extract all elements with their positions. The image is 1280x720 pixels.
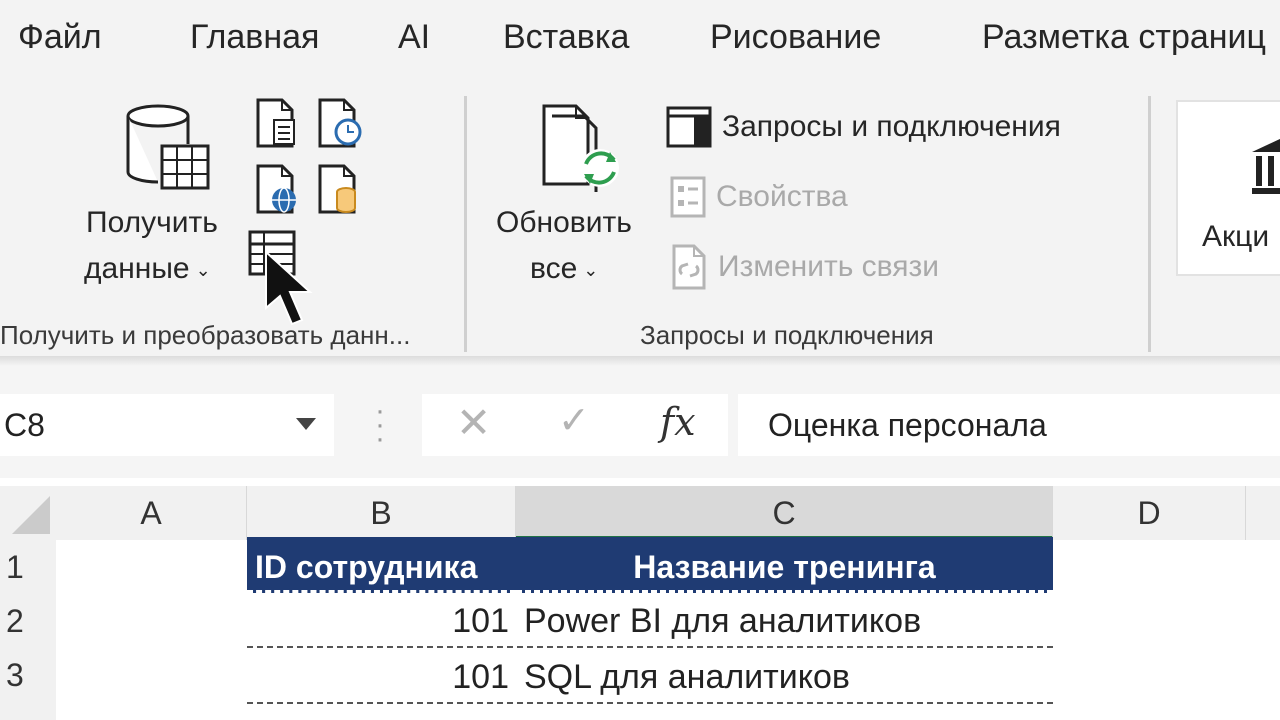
row-header-3[interactable]: 3 <box>0 648 56 702</box>
refresh-all-label-1: Обновить <box>496 206 632 239</box>
column-header-e[interactable] <box>1246 486 1280 540</box>
column-header-d[interactable]: D <box>1053 486 1246 540</box>
cell-c2[interactable]: Power BI для аналитиков <box>524 594 921 648</box>
tab-draw[interactable]: Рисование <box>710 18 881 57</box>
properties-label: Свойства <box>716 180 848 213</box>
queries-connections-label: Запросы и подключения <box>722 110 1061 143</box>
recent-sources-icon[interactable] <box>316 98 362 148</box>
menu-tabs: Файл Главная AI Вставка Рисование Размет… <box>0 0 1280 80</box>
tab-home[interactable]: Главная <box>190 18 319 57</box>
formula-actions: ✕ ✓ fx <box>422 394 728 456</box>
select-all-corner[interactable] <box>0 486 56 540</box>
queries-connections-button[interactable]: Запросы и подключения <box>666 106 1061 148</box>
bank-building-icon <box>1252 138 1280 194</box>
mouse-pointer-icon <box>265 250 313 326</box>
row-dashed-border <box>247 702 1053 704</box>
cell-b2[interactable]: 101 <box>247 594 509 648</box>
from-text-csv-icon[interactable] <box>254 98 298 148</box>
cancel-icon[interactable]: ✕ <box>456 398 491 447</box>
chevron-down-icon: ⌄ <box>195 260 211 281</box>
ribbon-divider <box>0 356 1280 366</box>
queries-pane-icon <box>666 106 712 148</box>
database-table-icon <box>126 104 210 190</box>
tab-insert[interactable]: Вставка <box>503 18 629 57</box>
chevron-down-icon[interactable] <box>296 418 316 430</box>
existing-connections-icon[interactable] <box>316 164 362 214</box>
name-box-value: C8 <box>4 407 45 443</box>
tab-ai[interactable]: AI <box>398 18 430 57</box>
insert-function-icon[interactable]: fx <box>660 400 696 444</box>
stocks-label: Акци <box>1202 220 1270 253</box>
formula-value: Оценка персонала <box>768 407 1047 443</box>
from-web-icon[interactable] <box>254 164 300 214</box>
ribbon-separator <box>1148 96 1151 352</box>
row-header-4[interactable] <box>0 702 56 720</box>
get-data-label-1: Получить <box>86 206 218 239</box>
cell-b3[interactable]: 101 <box>247 650 509 704</box>
formula-input[interactable]: Оценка персонала <box>738 394 1280 456</box>
row-header-2[interactable]: 2 <box>0 594 56 648</box>
properties-button[interactable]: Свойства <box>670 176 848 218</box>
chevron-down-icon: ⌄ <box>583 260 599 281</box>
group-label-queries-connections: Запросы и подключения <box>640 320 934 350</box>
edit-links-button[interactable]: Изменить связи <box>670 244 939 290</box>
ribbon-separator <box>464 96 467 352</box>
row-header-1[interactable]: 1 <box>0 540 56 594</box>
table-header-employee-id[interactable]: ID сотрудника <box>247 537 516 593</box>
column-header-a[interactable]: A <box>56 486 247 540</box>
stocks-data-type-button[interactable]: Акци <box>1176 100 1280 276</box>
group-label-get-transform: Получить и преобразовать данн... <box>0 320 411 350</box>
column-header-b[interactable]: B <box>247 486 516 540</box>
tab-page-layout[interactable]: Разметка страниц <box>982 18 1266 57</box>
enter-icon[interactable]: ✓ <box>558 398 590 443</box>
properties-icon <box>670 176 706 218</box>
row-dashed-border <box>247 646 1053 648</box>
tab-file[interactable]: Файл <box>18 18 102 57</box>
refresh-all-icon <box>542 104 619 192</box>
cell-c3[interactable]: SQL для аналитиков <box>524 650 850 704</box>
refresh-all-label-2: все ⌄ <box>530 252 599 285</box>
edit-links-label: Изменить связи <box>718 250 940 283</box>
table-header-training-name[interactable]: Название тренинга <box>516 537 1053 593</box>
name-box[interactable]: C8 <box>0 394 334 456</box>
column-header-c[interactable]: C <box>516 486 1053 540</box>
drag-handle-icon[interactable]: · · · <box>375 396 385 454</box>
edit-links-icon <box>672 244 706 290</box>
get-data-label-2: данные ⌄ <box>84 252 211 285</box>
